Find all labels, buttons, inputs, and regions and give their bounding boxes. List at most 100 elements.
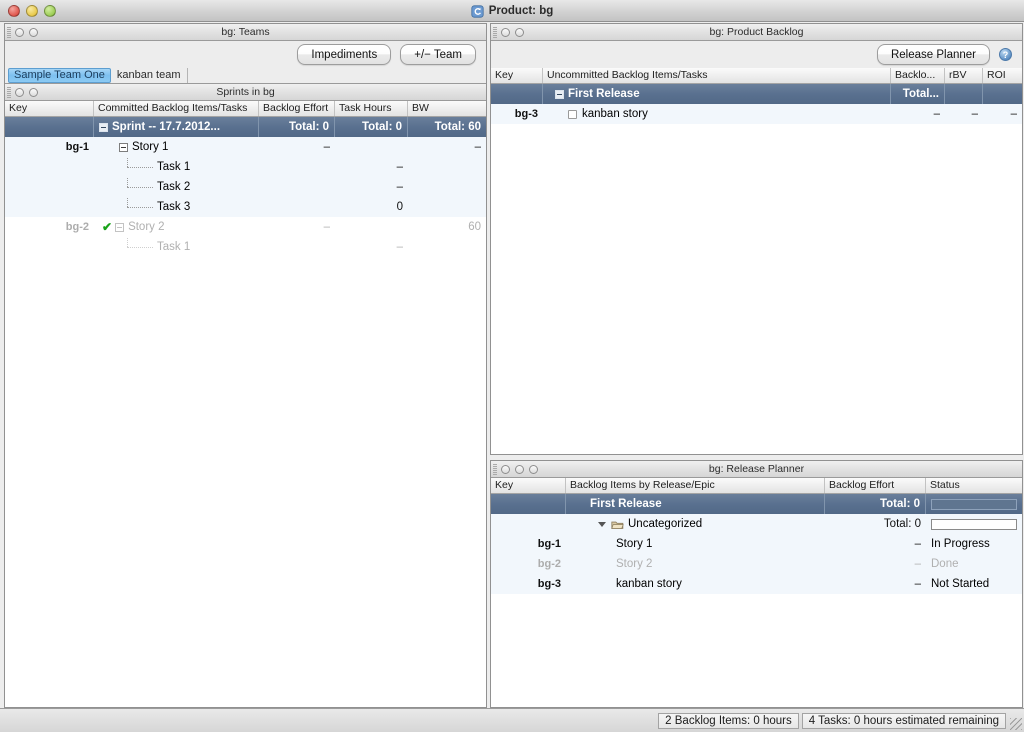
column-header-uncommitted[interactable]: Uncommitted Backlog Items/Tasks [543, 68, 891, 83]
column-header-task-hours[interactable]: Task Hours [335, 101, 408, 116]
impediments-button[interactable]: Impediments [297, 44, 392, 65]
row-key: bg-2 [537, 558, 561, 570]
row-backlog-effort: – [933, 108, 940, 120]
tab-sample-team-one[interactable]: Sample Team One [8, 68, 111, 83]
backlog-panel-maximize-button[interactable] [515, 27, 524, 37]
statusbar: 2 Backlog Items: 0 hours 4 Tasks: 0 hour… [0, 708, 1024, 732]
teams-panel-minimize-button[interactable] [15, 27, 24, 37]
collapse-icon[interactable] [115, 222, 125, 232]
column-header-rbv[interactable]: rBV [945, 68, 983, 83]
release-planner-panel: bg: Release Planner Key Backlog Items by… [490, 460, 1023, 708]
table-row[interactable]: First Release Total: 0 [491, 494, 1022, 514]
column-header-backlog-effort[interactable]: Backlo... [891, 68, 945, 83]
row-bw: 60 [468, 221, 481, 233]
column-header-backlog-effort[interactable]: Backlog Effort [825, 478, 926, 493]
column-header-key[interactable]: Key [491, 68, 543, 83]
row-name: Story 1 [132, 141, 169, 153]
table-row[interactable]: Task 2 – [5, 177, 486, 197]
row-name: Story 1 [616, 538, 653, 550]
zoom-button[interactable] [44, 4, 56, 17]
table-row[interactable]: bg-3 kanban story – – – [491, 104, 1022, 124]
table-row[interactable]: bg-2 ✔ Story 2 – 60 [5, 217, 486, 237]
backlog-panel-titlebar: bg: Product Backlog [491, 24, 1022, 41]
sprints-drag-grip-icon[interactable] [7, 86, 11, 98]
release-panel-maximize-button[interactable] [529, 464, 538, 474]
table-row[interactable]: Task 1 – [5, 157, 486, 177]
column-header-committed[interactable]: Committed Backlog Items/Tasks [94, 101, 259, 116]
sprint-bw-total: Total: 60 [434, 121, 481, 133]
table-row[interactable]: bg-1 Story 1 – – [5, 137, 486, 157]
table-row[interactable]: bg-2 Story 2 – Done [491, 554, 1022, 574]
backlog-panel-minimize-button[interactable] [501, 27, 510, 37]
minimize-button[interactable] [26, 4, 38, 17]
sprint-backlog-effort-total: Total: 0 [259, 117, 335, 137]
table-row[interactable]: bg-1 Story 1 – In Progress [491, 534, 1022, 554]
progress-bar [931, 498, 1017, 510]
table-row[interactable]: Uncategorized Total: 0 [491, 514, 1022, 534]
collapse-icon[interactable] [555, 89, 564, 99]
teams-panel-title: bg: Teams [221, 26, 270, 38]
status-badge: Not Started [931, 578, 990, 590]
collapse-icon[interactable] [119, 142, 128, 152]
backlog-table-body: First Release Total... bg-3 kanban story… [491, 84, 1022, 124]
column-header-items-by-release[interactable]: Backlog Items by Release/Epic [566, 478, 825, 493]
row-task-hours: – [396, 241, 403, 253]
release-panel-titlebar: bg: Release Planner [491, 461, 1022, 478]
close-button[interactable] [8, 4, 20, 17]
row-key: bg-1 [65, 141, 89, 153]
window-title: Product: bg [488, 5, 554, 17]
backlog-toolbar: Release Planner ? [491, 41, 1022, 68]
window-controls [8, 4, 56, 17]
column-header-bw[interactable]: BW [408, 101, 486, 116]
done-check-icon: ✔ [102, 221, 113, 233]
window-titlebar: Product: bg [0, 0, 1024, 22]
sprint-name: Sprint -- 17.7.2012... [112, 121, 221, 133]
tab-kanban-team[interactable]: kanban team [111, 68, 188, 83]
table-row[interactable]: Task 3 0 [5, 197, 486, 217]
row-name: Story 2 [616, 558, 653, 570]
column-header-key[interactable]: Key [491, 478, 566, 493]
row-name: Task 3 [157, 201, 191, 213]
column-header-backlog-effort[interactable]: Backlog Effort [259, 101, 335, 116]
chevron-down-icon[interactable] [598, 521, 606, 527]
release-planner-button[interactable]: Release Planner [876, 44, 990, 65]
help-icon[interactable]: ? [999, 48, 1012, 61]
column-header-roi[interactable]: ROI [983, 68, 1022, 83]
epic-effort-total: Total: 0 [883, 518, 921, 530]
row-task-hours: 0 [396, 201, 403, 213]
column-header-key[interactable]: Key [5, 101, 94, 116]
release-panel-minimize-button[interactable] [515, 464, 524, 474]
column-header-status[interactable]: Status [926, 478, 1022, 493]
sprints-panel-minimize-button[interactable] [15, 87, 24, 97]
table-row[interactable]: Task 1 – [5, 237, 486, 257]
row-roi: – [1010, 108, 1017, 120]
teams-panel: bg: Teams Impediments +/− Team Sample Te… [4, 23, 487, 708]
row-backlog-effort: – [914, 578, 921, 590]
teams-panel-maximize-button[interactable] [29, 27, 38, 37]
backlog-table-header: Key Uncommitted Backlog Items/Tasks Back… [491, 68, 1022, 84]
checkbox[interactable] [568, 109, 577, 119]
collapse-icon[interactable] [99, 122, 108, 132]
row-key: bg-3 [514, 108, 538, 120]
sprints-panel-title: Sprints in bg [216, 86, 275, 98]
add-remove-team-button[interactable]: +/− Team [400, 44, 476, 65]
tree-line-icon [123, 177, 157, 197]
backlog-drag-grip-icon[interactable] [493, 26, 497, 38]
release-drag-grip-icon[interactable] [493, 463, 497, 475]
tree-line-icon [123, 237, 157, 257]
row-backlog-effort: – [323, 221, 330, 233]
release-panel-close-button[interactable] [501, 464, 510, 474]
drag-grip-icon[interactable] [7, 26, 11, 38]
table-row[interactable]: Sprint -- 17.7.2012... Total: 0 Total: 0… [5, 117, 486, 137]
release-name: First Release [566, 494, 825, 514]
sprints-table-header: Key Committed Backlog Items/Tasks Backlo… [5, 101, 486, 117]
team-tabs: Sample Team One kanban team [5, 68, 486, 84]
sprints-table-body: Sprint -- 17.7.2012... Total: 0 Total: 0… [5, 117, 486, 257]
release-name: First Release [568, 88, 640, 100]
sprints-panel-maximize-button[interactable] [29, 87, 38, 97]
release-effort-total: Total... [891, 84, 945, 104]
sprint-task-hours-total: Total: 0 [335, 117, 408, 137]
table-row[interactable]: bg-3 kanban story – Not Started [491, 574, 1022, 594]
window-resize-handle[interactable] [1010, 718, 1022, 730]
table-row[interactable]: First Release Total... [491, 84, 1022, 104]
